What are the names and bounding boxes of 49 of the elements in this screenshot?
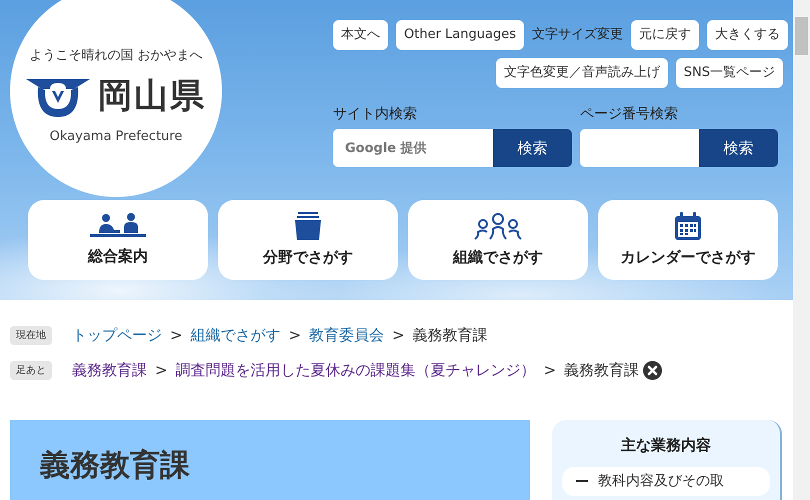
people-group-icon — [472, 212, 524, 240]
sidebar-title: 主な業務内容 — [620, 435, 712, 456]
calendar-icon — [675, 212, 701, 240]
breadcrumb-link[interactable]: 組織でさがす — [190, 324, 281, 347]
nav-card-label: 組織でさがす — [453, 246, 543, 268]
breadcrumb-separator: > — [392, 325, 405, 346]
nav-card[interactable]: 組織でさがす — [408, 200, 588, 280]
search-button[interactable]: 検索 — [699, 129, 778, 167]
dash-icon — [576, 480, 588, 482]
breadcrumb-link[interactable]: 教育委員会 — [309, 324, 384, 347]
breadcrumb-separator: > — [288, 325, 302, 346]
breadcrumb-current: 義務教育課 — [412, 325, 488, 346]
font-size-button[interactable]: 大きくする — [706, 20, 788, 50]
breadcrumb-link[interactable]: 義務教育課 — [72, 359, 147, 382]
logo-subtitle: Okayama Prefecture — [50, 128, 182, 146]
site-search-field[interactable]: Google 提供 — [333, 129, 493, 167]
header-link[interactable]: Other Languages — [396, 20, 524, 50]
nav-card-label: 総合案内 — [88, 246, 148, 267]
breadcrumb-separator: > — [170, 325, 183, 346]
nav-card-label: 分野でさがす — [263, 246, 353, 268]
breadcrumb-separator: > — [155, 360, 168, 382]
header-link[interactable]: 本文へ — [333, 20, 388, 50]
scrollbar[interactable] — [793, 0, 810, 500]
breadcrumb-link[interactable]: 調査問題を活用した夏休みの課題集（夏チャレンジ） — [176, 359, 536, 382]
close-icon[interactable] — [643, 361, 662, 380]
logo-name: 岡山県 — [98, 79, 206, 113]
page-number-field[interactable] — [580, 129, 699, 167]
nav-card[interactable]: 総合案内 — [28, 200, 208, 280]
breadcrumb-separator: > — [544, 360, 556, 382]
sidebar-item[interactable]: 教科内容及びその取 — [562, 466, 770, 496]
nav-card[interactable]: カレンダーでさがす — [598, 200, 778, 280]
page-title: 義務教育課 — [40, 448, 191, 484]
font-size-label: 文字サイズ変更 — [532, 26, 623, 44]
breadcrumb-tag: 現在地 — [10, 326, 52, 345]
header-link[interactable]: SNS一覧ページ — [676, 58, 783, 88]
stacked-box-icon — [295, 212, 321, 240]
breadcrumb-link[interactable]: トップページ — [72, 324, 162, 347]
search-label: サイト内検索 — [333, 105, 418, 124]
logo-tagline: ようこそ晴れの国 おかやまへ — [29, 46, 203, 64]
search-button[interactable]: 検索 — [493, 129, 572, 167]
font-size-button[interactable]: 元に戻す — [630, 20, 699, 50]
sidebar-item-label: 教科内容及びその取 — [598, 472, 724, 490]
reception-desk-icon — [90, 212, 146, 239]
nav-card-label: カレンダーでさがす — [620, 246, 756, 268]
header-link[interactable]: 文字色変更／音声読み上げ — [496, 58, 668, 88]
breadcrumb-tag: 足あと — [10, 361, 52, 380]
nav-card[interactable]: 分野でさがす — [218, 200, 398, 280]
search-label: ページ番号検索 — [580, 105, 679, 124]
breadcrumb-current: 義務教育課 — [564, 360, 640, 382]
